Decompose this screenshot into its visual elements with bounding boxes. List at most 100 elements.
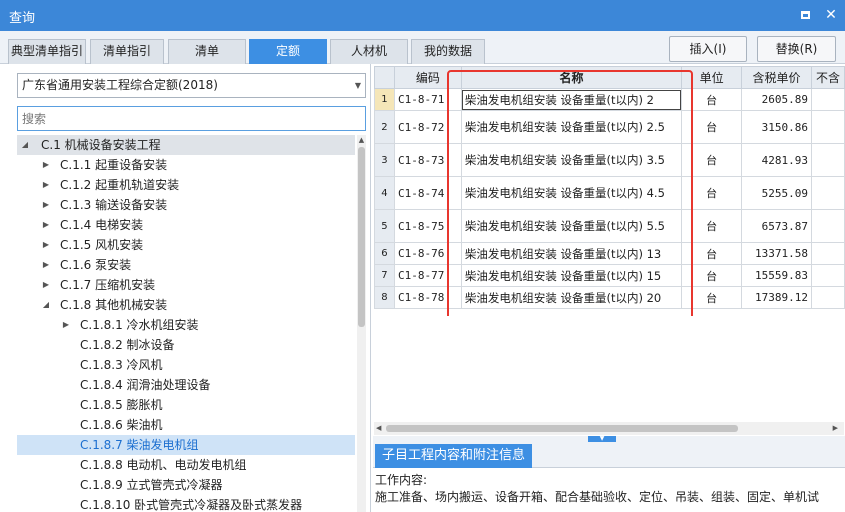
tree-node[interactable]: ▶ C.1.2 起重机轨道安装	[17, 175, 355, 195]
tree-node[interactable]: C.1.8.10 卧式管壳式冷凝器及卧式蒸发器	[17, 495, 355, 512]
cell-unit[interactable]: 台	[681, 88, 743, 111]
cell-code[interactable]: C1-8-72	[393, 110, 462, 144]
cell-pretax[interactable]	[811, 143, 845, 177]
cell-name[interactable]: 柴油发电机组安装 设备重量(t以内) 2.5	[460, 110, 683, 144]
search-input[interactable]	[18, 107, 365, 130]
caret-collapsed-icon[interactable]: ▶	[40, 275, 52, 295]
scroll-right-icon[interactable]: ▶	[833, 422, 838, 435]
cell-price[interactable]: 17389.12	[741, 286, 813, 309]
caret-collapsed-icon[interactable]: ▶	[40, 255, 52, 275]
cell-unit[interactable]: 台	[681, 286, 743, 309]
cell-name[interactable]: 柴油发电机组安装 设备重量(t以内) 4.5	[460, 176, 683, 210]
tree-node-selected[interactable]: C.1.8.7 柴油发电机组	[17, 435, 355, 455]
column-header-unit[interactable]: 单位	[681, 66, 743, 89]
cell-name[interactable]: 柴油发电机组安装 设备重量(t以内) 15	[460, 264, 683, 287]
caret-collapsed-icon[interactable]: ▶	[40, 215, 52, 235]
cell-code[interactable]: C1-8-78	[393, 286, 462, 309]
cell-pretax[interactable]	[811, 242, 845, 265]
search-box[interactable]	[17, 106, 366, 131]
cell-name[interactable]: 柴油发电机组安装 设备重量(t以内) 20	[460, 286, 683, 309]
cell-unit[interactable]: 台	[681, 264, 743, 287]
cell-pretax[interactable]	[811, 209, 845, 243]
chevron-down-icon[interactable]: ▼	[355, 74, 361, 97]
table-row[interactable]: 5 C1-8-75 柴油发电机组安装 设备重量(t以内) 5.5 台 6573.…	[374, 209, 845, 243]
cell-name[interactable]: 柴油发电机组安装 设备重量(t以内) 3.5	[460, 143, 683, 177]
table-row[interactable]: 7 C1-8-77 柴油发电机组安装 设备重量(t以内) 15 台 15559.…	[374, 264, 845, 287]
scrollbar-thumb[interactable]	[358, 147, 365, 327]
caret-expanded-icon[interactable]: ◢	[19, 135, 31, 155]
cell-code[interactable]: C1-8-77	[393, 264, 462, 287]
cell-pretax[interactable]	[811, 176, 845, 210]
cell-pretax[interactable]	[811, 264, 845, 287]
tab-labor-material-machine[interactable]: 人材机	[330, 39, 408, 64]
column-header-tax-price[interactable]: 含税单价	[741, 66, 813, 89]
cell-pretax[interactable]	[811, 88, 845, 111]
cell-unit[interactable]: 台	[681, 242, 743, 265]
replace-button[interactable]: 替换(R)	[757, 36, 836, 62]
tab-typical-list-guide[interactable]: 典型清单指引	[8, 39, 86, 64]
restore-icon[interactable]	[794, 4, 816, 26]
table-row[interactable]: 3 C1-8-73 柴油发电机组安装 设备重量(t以内) 3.5 台 4281.…	[374, 143, 845, 177]
cell-price[interactable]: 6573.87	[741, 209, 813, 243]
caret-collapsed-icon[interactable]: ▶	[40, 155, 52, 175]
cell-pretax[interactable]	[811, 110, 845, 144]
cell-price[interactable]: 5255.09	[741, 176, 813, 210]
close-icon[interactable]: ✕	[820, 4, 842, 26]
tree-node[interactable]: ▶ C.1.8.1 冷水机组安装	[17, 315, 355, 335]
cell-price[interactable]: 3150.86	[741, 110, 813, 144]
cell-price[interactable]: 4281.93	[741, 143, 813, 177]
tree-node[interactable]: ◢ C.1 机械设备安装工程	[17, 135, 355, 155]
cell-price[interactable]: 2605.89	[741, 88, 813, 111]
tab-quota[interactable]: 定额	[249, 39, 327, 64]
cell-code[interactable]: C1-8-75	[393, 209, 462, 243]
scrollbar-thumb[interactable]	[386, 425, 738, 432]
table-row[interactable]: 6 C1-8-76 柴油发电机组安装 设备重量(t以内) 13 台 13371.…	[374, 242, 845, 265]
table-row[interactable]: 1 C1-8-71 柴油发电机组安装 设备重量(t以内) 2 台 2605.89	[374, 88, 845, 111]
insert-button[interactable]: 插入(I)	[669, 36, 747, 62]
cell-name[interactable]: 柴油发电机组安装 设备重量(t以内) 5.5	[460, 209, 683, 243]
tree-node[interactable]: ▶ C.1.7 压缩机安装	[17, 275, 355, 295]
tree-node[interactable]: ▶ C.1.4 电梯安装	[17, 215, 355, 235]
cell-pretax[interactable]	[811, 286, 845, 309]
cell-unit[interactable]: 台	[681, 176, 743, 210]
tree-node[interactable]: C.1.8.8 电动机、电动发电机组	[17, 455, 355, 475]
caret-collapsed-icon[interactable]: ▶	[60, 315, 72, 335]
caret-collapsed-icon[interactable]: ▶	[40, 235, 52, 255]
tree-node[interactable]: C.1.8.5 膨胀机	[17, 395, 355, 415]
tree-node[interactable]: C.1.8.2 制冰设备	[17, 335, 355, 355]
tree-scrollbar[interactable]: ▲	[357, 135, 366, 512]
cell-unit[interactable]: 台	[681, 209, 743, 243]
scroll-up-icon[interactable]: ▲	[357, 135, 366, 145]
tab-work-content-notes[interactable]: 子目工程内容和附注信息	[375, 444, 533, 468]
tree-node[interactable]: C.1.8.3 冷风机	[17, 355, 355, 375]
cell-name[interactable]: 柴油发电机组安装 设备重量(t以内) 13	[460, 242, 683, 265]
table-row[interactable]: 4 C1-8-74 柴油发电机组安装 设备重量(t以内) 4.5 台 5255.…	[374, 176, 845, 210]
scroll-left-icon[interactable]: ◀	[376, 422, 381, 435]
caret-expanded-icon[interactable]: ◢	[40, 295, 52, 315]
quota-library-select[interactable]: 广东省通用安装工程综合定额(2018) ▼	[17, 73, 366, 98]
cell-code[interactable]: C1-8-73	[393, 143, 462, 177]
tree-node[interactable]: C.1.8.4 润滑油处理设备	[17, 375, 355, 395]
cell-code[interactable]: C1-8-74	[393, 176, 462, 210]
tab-list[interactable]: 清单	[168, 39, 246, 64]
cell-name[interactable]: 柴油发电机组安装 设备重量(t以内) 2	[460, 88, 683, 111]
tab-my-data[interactable]: 我的数据	[411, 39, 485, 64]
cell-code[interactable]: C1-8-76	[393, 242, 462, 265]
tree-node[interactable]: C.1.8.6 柴油机	[17, 415, 355, 435]
tree-node[interactable]: ▶ C.1.5 风机安装	[17, 235, 355, 255]
cell-code[interactable]: C1-8-71	[393, 88, 462, 111]
cell-price[interactable]: 13371.58	[741, 242, 813, 265]
tree-node[interactable]: C.1.8.9 立式管壳式冷凝器	[17, 475, 355, 495]
grid-horizontal-scrollbar[interactable]: ◀ ▶	[374, 422, 844, 435]
cell-unit[interactable]: 台	[681, 110, 743, 144]
tree-node[interactable]: ◢ C.1.8 其他机械安装	[17, 295, 355, 315]
column-header-pretax-price[interactable]: 不含	[811, 66, 845, 89]
table-row[interactable]: 8 C1-8-78 柴油发电机组安装 设备重量(t以内) 20 台 17389.…	[374, 286, 845, 309]
caret-collapsed-icon[interactable]: ▶	[40, 195, 52, 215]
table-row[interactable]: 2 C1-8-72 柴油发电机组安装 设备重量(t以内) 2.5 台 3150.…	[374, 110, 845, 144]
tree-node[interactable]: ▶ C.1.1 起重设备安装	[17, 155, 355, 175]
column-header-code[interactable]: 编码	[393, 66, 462, 89]
column-header-name[interactable]: 名称	[460, 66, 683, 89]
cell-unit[interactable]: 台	[681, 143, 743, 177]
tree-node[interactable]: ▶ C.1.6 泵安装	[17, 255, 355, 275]
